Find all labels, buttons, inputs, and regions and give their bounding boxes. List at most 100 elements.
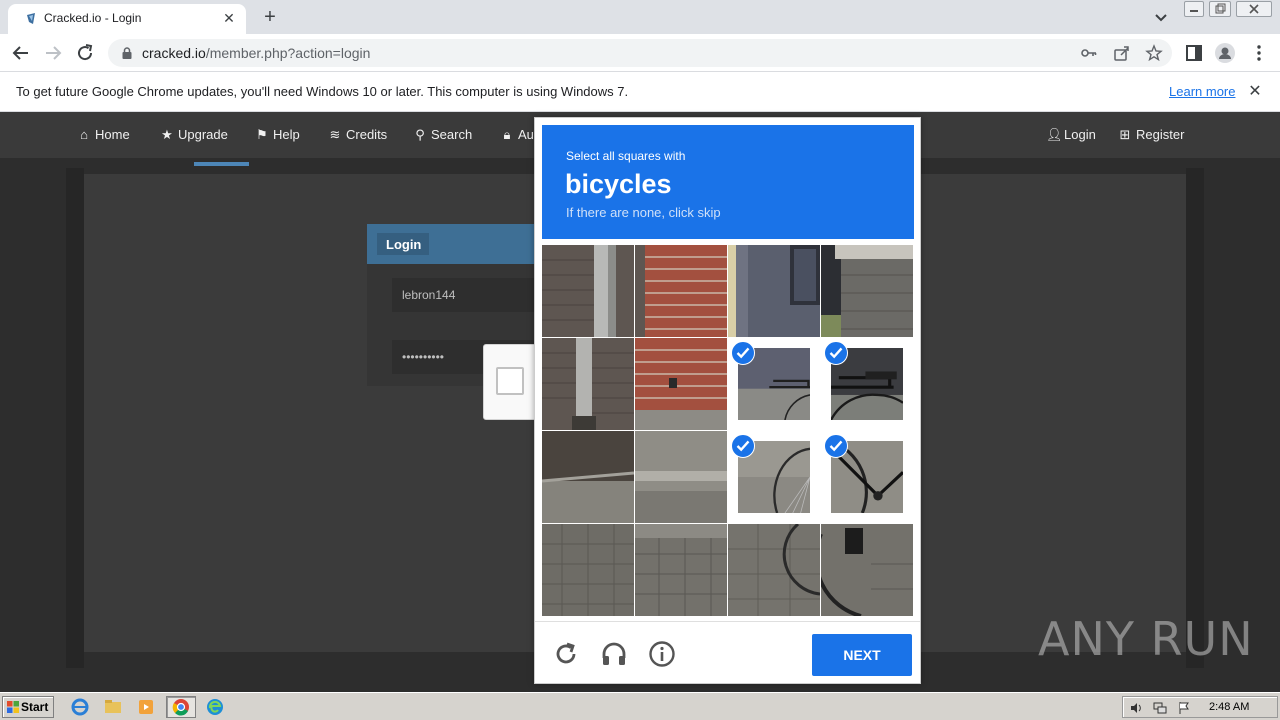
next-button[interactable]: NEXT [812,634,912,676]
url-text[interactable]: cracked.io/member.php?action=login [142,45,370,61]
captcha-tile-5[interactable] [635,338,727,430]
media-player-icon[interactable] [134,696,158,718]
tile-image [635,338,727,430]
captcha-instruction: Select all squares with [566,149,686,163]
nav-auth[interactable]: 🔒︎ Au [500,127,534,143]
captcha-challenge: Select all squares with bicycles If ther… [534,117,921,684]
captcha-tile-13[interactable] [635,524,727,616]
selected-check-icon [731,434,755,458]
start-button[interactable]: Start [2,696,54,718]
tile-image [821,524,913,616]
restore-window-button[interactable] [1209,1,1231,17]
reload-icon[interactable] [72,40,98,66]
login-panel-title: Login [377,233,429,255]
reload-challenge-icon[interactable] [552,640,580,668]
captcha-checkbox[interactable] [496,367,524,395]
watermark-text: ANY RUN [1038,612,1254,666]
plus-square-icon: ⊞ [1119,127,1131,142]
action-center-flag-icon[interactable] [1177,701,1191,715]
captcha-image-grid [542,245,914,617]
browser-tab[interactable]: Cracked.io - Login ✕ [8,4,246,34]
nav-login[interactable]: 👤︎Login [1046,127,1096,143]
captcha-tile-12[interactable] [542,524,634,616]
captcha-tile-3[interactable] [821,245,913,337]
tile-image [635,245,727,337]
tab-strip: Cracked.io - Login ✕ + [0,0,1280,34]
share-icon[interactable] [1113,44,1131,62]
infobar-message: To get future Google Chrome updates, you… [16,84,629,99]
nav-upgrade[interactable]: ★ Upgrade [160,127,228,143]
info-icon[interactable] [648,640,676,668]
captcha-header: Select all squares with bicycles If ther… [542,125,914,239]
tab-close-icon[interactable]: ✕ [220,9,238,27]
site-favicon-icon [27,13,35,24]
update-infobar: To get future Google Chrome updates, you… [0,72,1280,112]
back-arrow-icon[interactable] [8,40,34,66]
tile-image [542,245,634,337]
lock-icon: 🔒︎ [503,127,511,142]
captcha-tile-15[interactable] [821,524,913,616]
chrome-menu-icon[interactable] [1249,43,1269,63]
minimize-window-button[interactable] [1184,1,1204,17]
coins-icon: ≋ [329,127,341,142]
page-frame-left [66,168,84,668]
tab-search-chevron-icon[interactable] [1150,6,1172,28]
captcha-tile-1[interactable] [635,245,727,337]
tile-image [821,245,913,337]
star-icon: ★ [161,127,173,142]
new-tab-button[interactable]: + [258,5,282,29]
captcha-tile-2[interactable] [728,245,820,337]
page-frame-right [1186,168,1204,668]
captcha-tile-9[interactable] [635,431,727,523]
captcha-tile-7[interactable] [821,338,913,430]
selected-check-icon [824,341,848,365]
tab-title: Cracked.io - Login [44,11,142,25]
captcha-footer: NEXT [535,621,920,683]
search-icon: ⚲ [415,127,425,142]
key-icon[interactable] [1080,44,1098,62]
windows-taskbar: Start 2:48 AM [0,692,1280,720]
tile-image [542,524,634,616]
nav-register[interactable]: ⊞ Register [1118,127,1185,143]
captcha-tile-11[interactable] [821,431,913,523]
volume-icon[interactable] [1129,701,1143,715]
forward-arrow-icon[interactable] [40,40,66,66]
captcha-tile-8[interactable] [542,431,634,523]
nav-credits[interactable]: ≋ Credits [328,127,388,143]
system-clock[interactable]: 2:48 AM [1209,701,1249,713]
profile-avatar-icon[interactable] [1215,43,1235,63]
browser-toolbar: cracked.io/member.php?action=login [0,34,1280,72]
nav-home[interactable]: ⌂ Home [77,127,130,142]
tile-image [542,431,634,523]
nav-help[interactable]: ⚑ Help [255,127,300,143]
lock-icon[interactable] [120,46,134,60]
captcha-tile-6[interactable] [728,338,820,430]
captcha-hint: If there are none, click skip [566,205,721,220]
audio-challenge-headphones-icon[interactable] [600,640,628,668]
user-icon: 👤︎ [1046,127,1063,142]
captcha-tile-0[interactable] [542,245,634,337]
captcha-tile-14[interactable] [728,524,820,616]
selected-check-icon [731,341,755,365]
chrome-taskbar-button[interactable] [166,696,196,718]
learn-more-link[interactable]: Learn more [1169,84,1235,99]
file-explorer-icon[interactable] [101,696,125,718]
edge-icon[interactable] [203,696,227,718]
close-window-button[interactable] [1236,1,1272,17]
infobar-close-icon[interactable]: ✕ [1246,83,1264,101]
tile-image [635,524,727,616]
selected-check-icon [824,434,848,458]
captcha-tile-10[interactable] [728,431,820,523]
internet-explorer-icon[interactable] [68,696,92,718]
network-icon[interactable] [1153,701,1167,715]
chrome-icon [172,699,189,716]
home-icon: ⌂ [80,127,88,142]
tile-image [542,338,634,430]
side-panel-icon[interactable] [1184,43,1204,63]
bookmark-star-icon[interactable] [1145,44,1163,62]
address-bar[interactable]: cracked.io/member.php?action=login [108,39,1172,67]
captcha-tile-4[interactable] [542,338,634,430]
tile-image [728,524,820,616]
flag-icon: ⚑ [256,127,268,142]
nav-search[interactable]: ⚲ Search [413,127,472,143]
